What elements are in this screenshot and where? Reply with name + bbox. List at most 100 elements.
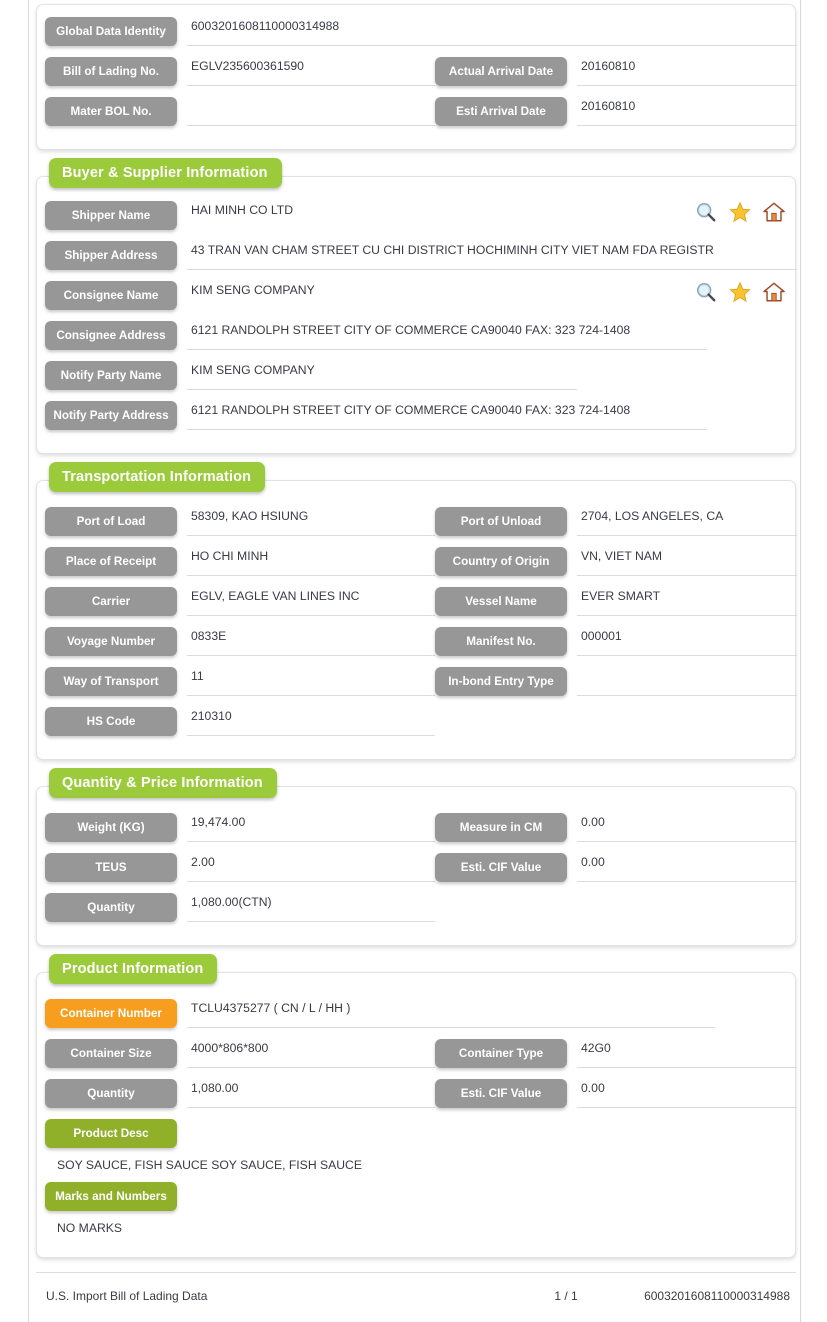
section-header-quantity-price: Quantity & Price Information [49, 768, 277, 798]
label-notify-party-name: Notify Party Name [45, 361, 177, 390]
shipper-action-icons [695, 199, 785, 223]
label-consignee-address: Consignee Address [45, 321, 177, 350]
label-marks-and-numbers: Marks and Numbers [45, 1182, 177, 1211]
home-icon[interactable] [763, 281, 785, 303]
label-vessel-name: Vessel Name [435, 587, 567, 616]
value-measure-in-cm[interactable]: 0.00 [577, 811, 797, 842]
label-carrier: Carrier [45, 587, 177, 616]
value-mater-bol-no[interactable] [187, 95, 435, 126]
value-container-type[interactable]: 42G0 [577, 1037, 797, 1068]
field-row-product-desc: Product Desc [45, 1117, 787, 1148]
label-teus: TEUS [45, 853, 177, 882]
product-information-card: Product Information Container Number TCL… [36, 954, 797, 1258]
field-row-global-data-identity: Global Data Identity 6003201608110000314… [45, 15, 797, 49]
label-actual-arrival-date: Actual Arrival Date [435, 57, 567, 86]
field-row-notify-party-address: Notify Party Address 6121 RANDOLPH STREE… [45, 399, 787, 433]
label-global-data-identity: Global Data Identity [45, 17, 177, 46]
label-esti-arrival-date: Esti Arrival Date [435, 97, 567, 126]
label-port-of-unload: Port of Unload [435, 507, 567, 536]
field-row-hs-code: HS Code 210310 [45, 705, 787, 739]
page-guide-right [800, 0, 801, 1322]
label-esti-cif-value: Esti. CIF Value [435, 853, 567, 882]
field-row-teus: TEUS 2.00 Esti. CIF Value 0.00 [45, 851, 797, 885]
search-icon[interactable] [695, 201, 717, 223]
value-port-of-unload[interactable]: 2704, LOS ANGELES, CA [577, 505, 797, 536]
label-place-of-receipt: Place of Receipt [45, 547, 177, 576]
identity-card: Global Data Identity 6003201608110000314… [36, 4, 797, 150]
page-guide-left [28, 0, 29, 1322]
label-notify-party-address: Notify Party Address [45, 401, 177, 430]
value-teus[interactable]: 2.00 [187, 851, 435, 882]
label-product-quantity: Quantity [45, 1079, 177, 1108]
value-consignee-address[interactable]: 6121 RANDOLPH STREET CITY OF COMMERCE CA… [187, 319, 707, 350]
value-carrier[interactable]: EGLV, EAGLE VAN LINES INC [187, 585, 435, 616]
value-weight-kg[interactable]: 19,474.00 [187, 811, 435, 842]
value-country-of-origin[interactable]: VN, VIET NAM [577, 545, 797, 576]
section-header-product-information: Product Information [49, 954, 218, 984]
home-icon[interactable] [763, 201, 785, 223]
field-row-master-bol: Mater BOL No. Esti Arrival Date 20160810 [45, 95, 797, 129]
transportation-card: Transportation Information Port of Load … [36, 462, 797, 760]
value-global-data-identity[interactable]: 6003201608110000314988 [187, 15, 797, 46]
label-port-of-load: Port of Load [45, 507, 177, 536]
star-icon[interactable] [729, 281, 751, 303]
value-manifest-no[interactable]: 000001 [577, 625, 797, 656]
value-notify-party-name[interactable]: KIM SENG COMPANY [187, 359, 577, 390]
label-quantity: Quantity [45, 893, 177, 922]
field-row-shipper-name: Shipper Name HAI MINH CO LTD [45, 199, 787, 233]
label-voyage-number: Voyage Number [45, 627, 177, 656]
label-product-esti-cif-value: Esti. CIF Value [435, 1079, 567, 1108]
value-container-number[interactable]: TCLU4375277 ( CN / L / HH ) [187, 997, 715, 1028]
footer-record-id: 6003201608110000314988 [644, 1289, 790, 1303]
label-shipper-name: Shipper Name [45, 201, 177, 230]
value-voyage-number[interactable]: 0833E [187, 625, 435, 656]
section-header-transportation: Transportation Information [49, 462, 266, 492]
field-row-consignee-address: Consignee Address 6121 RANDOLPH STREET C… [45, 319, 787, 353]
value-product-desc: SOY SAUCE, FISH SAUCE SOY SAUCE, FISH SA… [57, 1158, 362, 1172]
label-container-number: Container Number [45, 999, 177, 1028]
value-port-of-load[interactable]: 58309, KAO HSIUNG [187, 505, 435, 536]
consignee-action-icons [695, 279, 785, 303]
search-icon[interactable] [695, 281, 717, 303]
value-esti-arrival-date[interactable]: 20160810 [577, 95, 797, 126]
field-row-voyage-number: Voyage Number 0833E Manifest No. 000001 [45, 625, 797, 659]
label-product-desc: Product Desc [45, 1119, 177, 1148]
label-manifest-no: Manifest No. [435, 627, 567, 656]
value-place-of-receipt[interactable]: HO CHI MINH [187, 545, 435, 576]
field-row-port-of-load: Port of Load 58309, KAO HSIUNG Port of U… [45, 505, 797, 539]
label-weight-kg: Weight (KG) [45, 813, 177, 842]
value-in-bond-entry-type[interactable] [577, 665, 797, 696]
field-row-marks-and-numbers: Marks and Numbers [45, 1180, 787, 1211]
field-row-weight: Weight (KG) 19,474.00 Measure in CM 0.00 [45, 811, 797, 845]
value-esti-cif-value[interactable]: 0.00 [577, 851, 797, 882]
field-row-quantity: Quantity 1,080.00(CTN) [45, 891, 787, 925]
value-shipper-address[interactable]: 43 TRAN VAN CHAM STREET CU CHI DISTRICT … [187, 239, 797, 270]
field-row-shipper-address: Shipper Address 43 TRAN VAN CHAM STREET … [45, 239, 797, 273]
label-hs-code: HS Code [45, 707, 177, 736]
label-container-type: Container Type [435, 1039, 567, 1068]
star-icon[interactable] [729, 201, 751, 223]
field-row-way-of-transport: Way of Transport 11 In-bond Entry Type [45, 665, 797, 699]
value-actual-arrival-date[interactable]: 20160810 [577, 55, 797, 86]
label-consignee-name: Consignee Name [45, 281, 177, 310]
value-way-of-transport[interactable]: 11 [187, 665, 435, 696]
value-notify-party-address[interactable]: 6121 RANDOLPH STREET CITY OF COMMERCE CA… [187, 399, 707, 430]
value-container-size[interactable]: 4000*806*800 [187, 1037, 435, 1068]
label-bill-of-lading-no: Bill of Lading No. [45, 57, 177, 86]
value-hs-code[interactable]: 210310 [187, 705, 435, 736]
label-way-of-transport: Way of Transport [45, 667, 177, 696]
footer-title: U.S. Import Bill of Lading Data [46, 1289, 208, 1303]
field-row-bill-of-lading: Bill of Lading No. EGLV235600361590 Actu… [45, 55, 797, 89]
value-vessel-name[interactable]: EVER SMART [577, 585, 797, 616]
label-mater-bol-no: Mater BOL No. [45, 97, 177, 126]
value-shipper-name[interactable]: HAI MINH CO LTD [187, 199, 687, 230]
value-consignee-name[interactable]: KIM SENG COMPANY [187, 279, 687, 310]
value-product-esti-cif-value[interactable]: 0.00 [577, 1077, 797, 1108]
value-bill-of-lading-no[interactable]: EGLV235600361590 [187, 55, 435, 86]
value-quantity[interactable]: 1,080.00(CTN) [187, 891, 435, 922]
field-row-carrier: Carrier EGLV, EAGLE VAN LINES INC Vessel… [45, 585, 797, 619]
label-country-of-origin: Country of Origin [435, 547, 567, 576]
quantity-price-card: Quantity & Price Information Weight (KG)… [36, 768, 797, 946]
value-product-quantity[interactable]: 1,080.00 [187, 1077, 435, 1108]
label-container-size: Container Size [45, 1039, 177, 1068]
